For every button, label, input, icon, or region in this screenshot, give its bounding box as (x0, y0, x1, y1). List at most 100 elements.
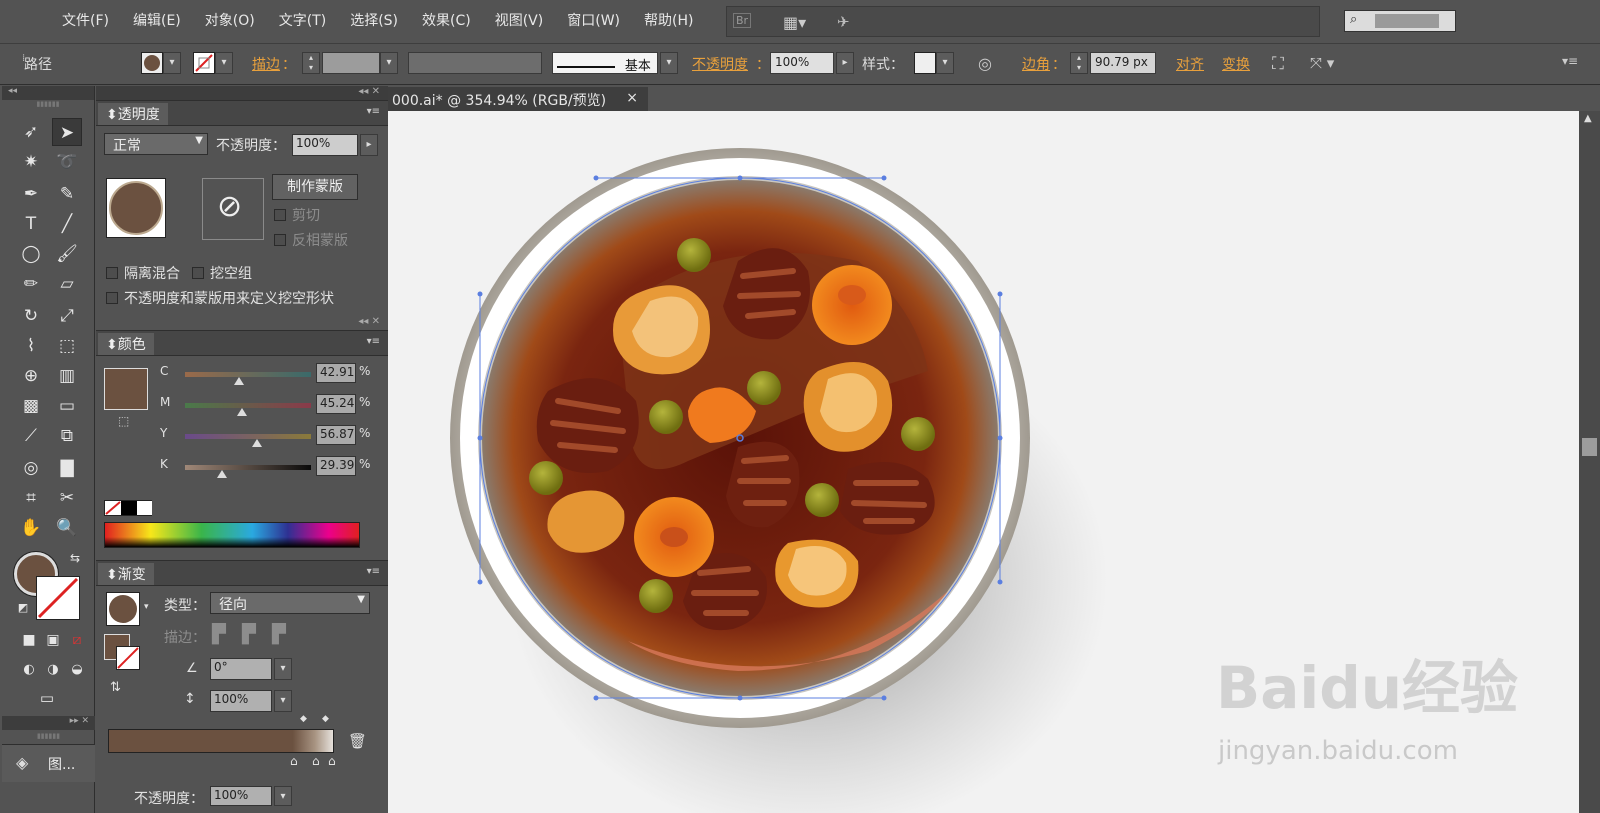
menu-file[interactable]: 文件(F) (62, 10, 109, 30)
gradient-opacity-dropdown[interactable]: ▾ (274, 786, 292, 806)
corner-label[interactable]: 边角 (1022, 54, 1050, 74)
transparency-tab[interactable]: ⬍透明度 (98, 103, 168, 125)
none-swatch[interactable] (105, 501, 121, 515)
corner-stepper[interactable]: ▴ ▾ (1070, 52, 1088, 74)
slice-tool-icon[interactable]: ✂ (52, 484, 82, 512)
type-tool-icon[interactable]: T (16, 210, 46, 238)
make-mask-button[interactable]: 制作蒙版 (272, 174, 358, 200)
stroke-across-icon[interactable]: ▛ (272, 624, 286, 645)
none-mode-icon[interactable]: ⧄ (62, 626, 92, 654)
gradient-preview[interactable] (106, 592, 140, 626)
isolate-icon[interactable]: ⛶ (1272, 54, 1284, 74)
corner-field[interactable]: 90.79 px (1090, 52, 1156, 74)
slider-thumb[interactable] (251, 439, 262, 447)
stroke-label[interactable]: 描边 (252, 54, 280, 74)
ellipse-tool-icon[interactable]: ◯ (16, 240, 46, 268)
channel-value-y[interactable]: 56.87 (316, 425, 356, 445)
blend-tool-icon[interactable]: ⧉ (52, 422, 82, 450)
stroke-swatch[interactable] (193, 52, 215, 74)
mesh-tool-icon[interactable]: ▩ (16, 392, 46, 420)
channel-slider-y[interactable] (185, 434, 311, 447)
opacity-mask-knockout-checkbox[interactable] (106, 292, 118, 304)
transparency-panel-bar[interactable]: ◂◂ ✕ (96, 86, 388, 100)
blend-mode-dropdown[interactable]: 正常 ▼ (104, 133, 208, 155)
symbol-sprayer-tool-icon[interactable]: ◎ (16, 454, 46, 482)
opacity-arrow[interactable]: ▸ (836, 52, 854, 74)
black-swatch[interactable] (121, 501, 137, 515)
brush-dropdown[interactable]: ▾ (660, 52, 678, 74)
recolor-artwork-icon[interactable]: ◎ (978, 54, 992, 73)
eyedropper-tool-icon[interactable]: ⟋ (16, 422, 46, 450)
search-field[interactable] (1375, 14, 1439, 28)
fill-dropdown[interactable]: ▾ (163, 52, 181, 74)
slider-thumb[interactable] (216, 470, 227, 478)
free-transform-tool-icon[interactable]: ⬚ (52, 332, 82, 360)
opacity-label[interactable]: 不透明度 (692, 54, 748, 74)
gradient-slider[interactable] (108, 729, 334, 753)
gradient-stop-1-icon[interactable]: ⌂ (290, 754, 298, 768)
direct-selection-tool-icon[interactable]: ➤ (52, 118, 82, 146)
color-fill-preview[interactable] (104, 368, 148, 410)
gradient-aspect-field[interactable]: 100% (210, 690, 272, 712)
shape-builder-tool-icon[interactable]: ⊕ (16, 362, 46, 390)
draw-inside-icon[interactable]: ◒ (62, 656, 92, 684)
close-document-icon[interactable]: × (626, 90, 638, 106)
tools-grip[interactable]: ▮▮▮▮▮▮ (2, 100, 94, 110)
gradient-menu-icon[interactable]: ▾≡ (367, 566, 380, 577)
transparency-opacity-field[interactable]: 100% (292, 134, 358, 156)
graph-tool-icon[interactable]: ▥ (52, 362, 82, 390)
default-fill-stroke-icon[interactable]: ◩ (8, 594, 38, 622)
isolate-blending-checkbox[interactable] (106, 267, 118, 279)
scroll-up-icon[interactable]: ▲ (1584, 113, 1592, 124)
pen-tool-icon[interactable]: ✒ (16, 180, 46, 208)
width-tool-icon[interactable]: ⌇ (16, 332, 46, 360)
vertical-scrollbar[interactable]: ▲ (1579, 111, 1600, 813)
puppet-warp-icon[interactable]: ⤧ ▾ (1310, 54, 1334, 72)
brush-definition[interactable]: 基本 (552, 52, 658, 74)
bridge-button[interactable]: Br (733, 13, 752, 28)
opacity-field[interactable]: 100% (770, 52, 834, 74)
invert-mask-checkbox[interactable] (274, 234, 286, 246)
lasso-tool-icon[interactable]: ➰ (52, 148, 82, 176)
stroke-within-icon[interactable]: ▛ (212, 624, 226, 645)
scale-tool-icon[interactable]: ⤢ (52, 302, 82, 330)
clip-checkbox[interactable] (274, 209, 286, 221)
screen-mode-icon[interactable]: ▭ (32, 684, 62, 712)
color-tab[interactable]: ⬍颜色 (98, 333, 154, 355)
menu-edit[interactable]: 编辑(E) (133, 10, 181, 30)
gradient-tool-icon[interactable]: ▭ (52, 392, 82, 420)
menu-view[interactable]: 视图(V) (495, 10, 544, 30)
zoom-tool-icon[interactable]: 🔍 (52, 514, 82, 542)
transparency-menu-icon[interactable]: ▾≡ (367, 106, 380, 117)
object-thumbnail[interactable] (106, 178, 166, 238)
arrange-documents-icon[interactable]: ▦▾ (783, 13, 806, 32)
menu-help[interactable]: 帮助(H) (644, 10, 693, 30)
gradient-preview-arrow-icon[interactable]: ▾ (144, 602, 149, 612)
knockout-group-checkbox[interactable] (192, 267, 204, 279)
selection-tool-icon[interactable]: ➶ (16, 118, 46, 146)
curvature-tool-icon[interactable]: ✎ (52, 180, 82, 208)
search-box[interactable]: ⌕ (1344, 10, 1456, 32)
gradient-midpoint-2-icon[interactable]: ◆ (322, 714, 329, 724)
document-tab[interactable]: 000.ai* @ 354.94% (RGB/预览) × (388, 87, 648, 111)
color-menu-icon[interactable]: ▾≡ (367, 336, 380, 347)
paintbrush-tool-icon[interactable]: 🖌 (52, 240, 82, 268)
swap-fill-stroke-icon[interactable]: ⇆ (60, 544, 90, 572)
gradient-midpoint-icon[interactable]: ◆ (300, 714, 307, 724)
hand-tool-icon[interactable]: ✋ (16, 514, 46, 542)
rotate-tool-icon[interactable]: ↻ (16, 302, 46, 330)
scroll-thumb[interactable] (1582, 438, 1597, 456)
graphic-style-swatch[interactable] (914, 52, 936, 74)
column-graph-tool-icon[interactable]: ▇ (52, 454, 82, 482)
gradient-angle-field[interactable]: 0° (210, 658, 272, 680)
slider-thumb[interactable] (234, 377, 245, 385)
layers-collapse-bar[interactable]: ▸▸ ✕ (2, 716, 95, 730)
channel-slider-m[interactable] (185, 403, 311, 416)
gradient-aspect-dropdown[interactable]: ▾ (274, 690, 292, 712)
menu-type[interactable]: 文字(T) (279, 10, 326, 30)
stroke-dropdown[interactable]: ▾ (215, 52, 233, 74)
variable-width-field[interactable] (408, 52, 542, 74)
slider-thumb[interactable] (236, 408, 247, 416)
artboard-tool-icon[interactable]: ⌗ (16, 484, 46, 512)
gradient-type-dropdown[interactable]: 径向 ▼ (210, 592, 370, 614)
